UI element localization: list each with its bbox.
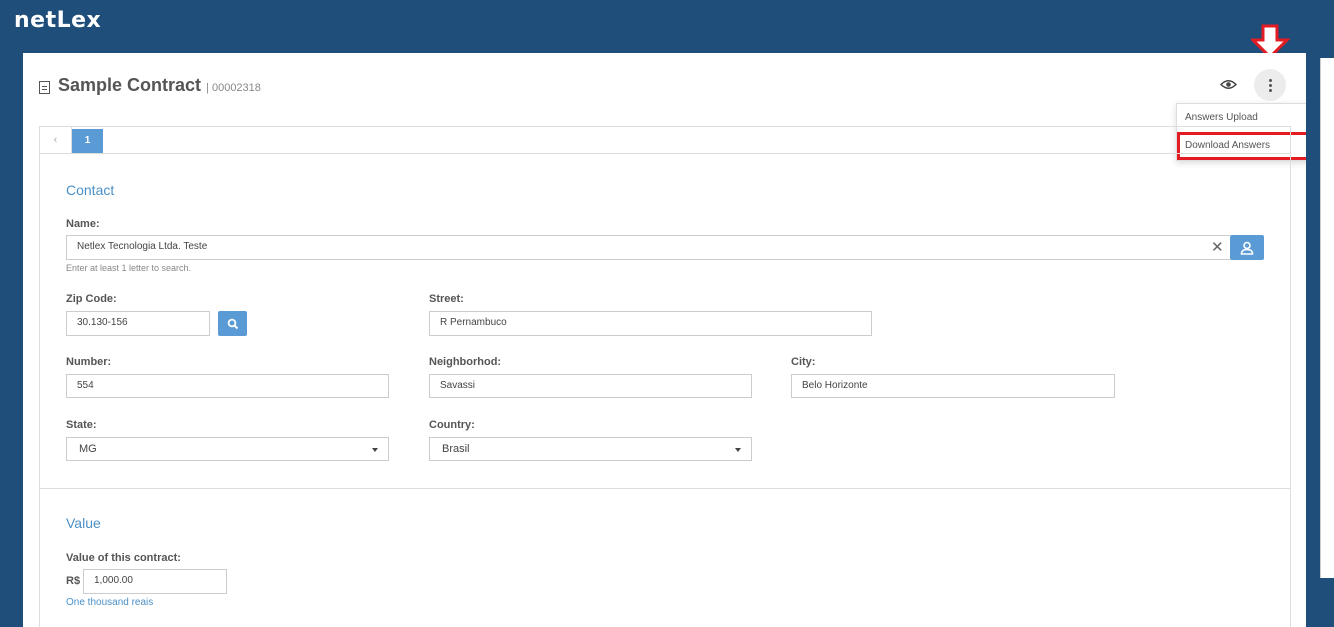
zip-search-button[interactable] [218,311,247,336]
state-select[interactable]: MG [66,437,389,461]
search-icon [227,318,238,329]
app-logo: netLex [14,8,102,33]
section-divider [40,488,1290,489]
clear-icon[interactable]: ✕ [1211,238,1224,256]
kebab-dot [1268,83,1272,87]
scrollbar[interactable] [1320,58,1334,578]
chevron-down-icon [372,448,378,452]
street-input[interactable]: R Pernambuco [429,311,872,336]
chevron-down-icon [735,448,741,452]
document-icon [39,81,50,94]
zip-input[interactable]: 30.130-156 [66,311,210,336]
zip-label: Zip Code: [66,293,117,305]
city-label: City: [791,356,816,368]
section-title-contact: Contact [66,182,115,198]
country-selected-value: Brasil [442,443,470,455]
form-panel: Contact Name: Netlex Tecnologia Ltda. Te… [39,153,1291,627]
section-title-value: Value [66,515,101,531]
name-hint: Enter at least 1 letter to search. [66,263,192,273]
contract-value-label: Value of this contract: [66,552,181,564]
kebab-dot [1268,78,1272,82]
city-input[interactable]: Belo Horizonte [791,374,1115,398]
page-1-tab[interactable]: 1 [72,129,103,153]
contract-value-input[interactable]: 1,000.00 [83,569,227,594]
number-label: Number: [66,356,112,368]
number-input[interactable]: 554 [66,374,389,398]
more-options-button[interactable] [1254,69,1286,101]
preview-eye-icon[interactable] [1219,75,1237,93]
state-selected-value: MG [79,443,97,455]
neighborhood-input[interactable]: Savassi [429,374,752,398]
country-select[interactable]: Brasil [429,437,752,461]
street-label: Street: [429,293,464,305]
page-header: Sample Contract | 00002318 [39,75,261,96]
country-label: Country: [429,419,475,431]
kebab-dot [1268,88,1272,92]
neighborhood-label: Neighborhod: [429,356,502,368]
name-label: Name: [66,218,100,230]
value-in-words: One thousand reais [66,597,154,608]
prev-page-button[interactable]: ‹ [40,127,72,154]
user-icon [1240,241,1254,255]
state-label: State: [66,419,97,431]
name-input[interactable]: Netlex Tecnologia Ltda. Teste [66,235,1230,260]
contract-code: | 00002318 [206,81,261,94]
page-navigator: ‹ 1 [39,126,1291,154]
contact-search-button[interactable] [1230,235,1264,260]
page-title: Sample Contract [58,75,202,95]
contract-card: Sample Contract | 00002318 Answers Uploa… [23,53,1306,627]
currency-symbol: R$ [66,575,81,587]
